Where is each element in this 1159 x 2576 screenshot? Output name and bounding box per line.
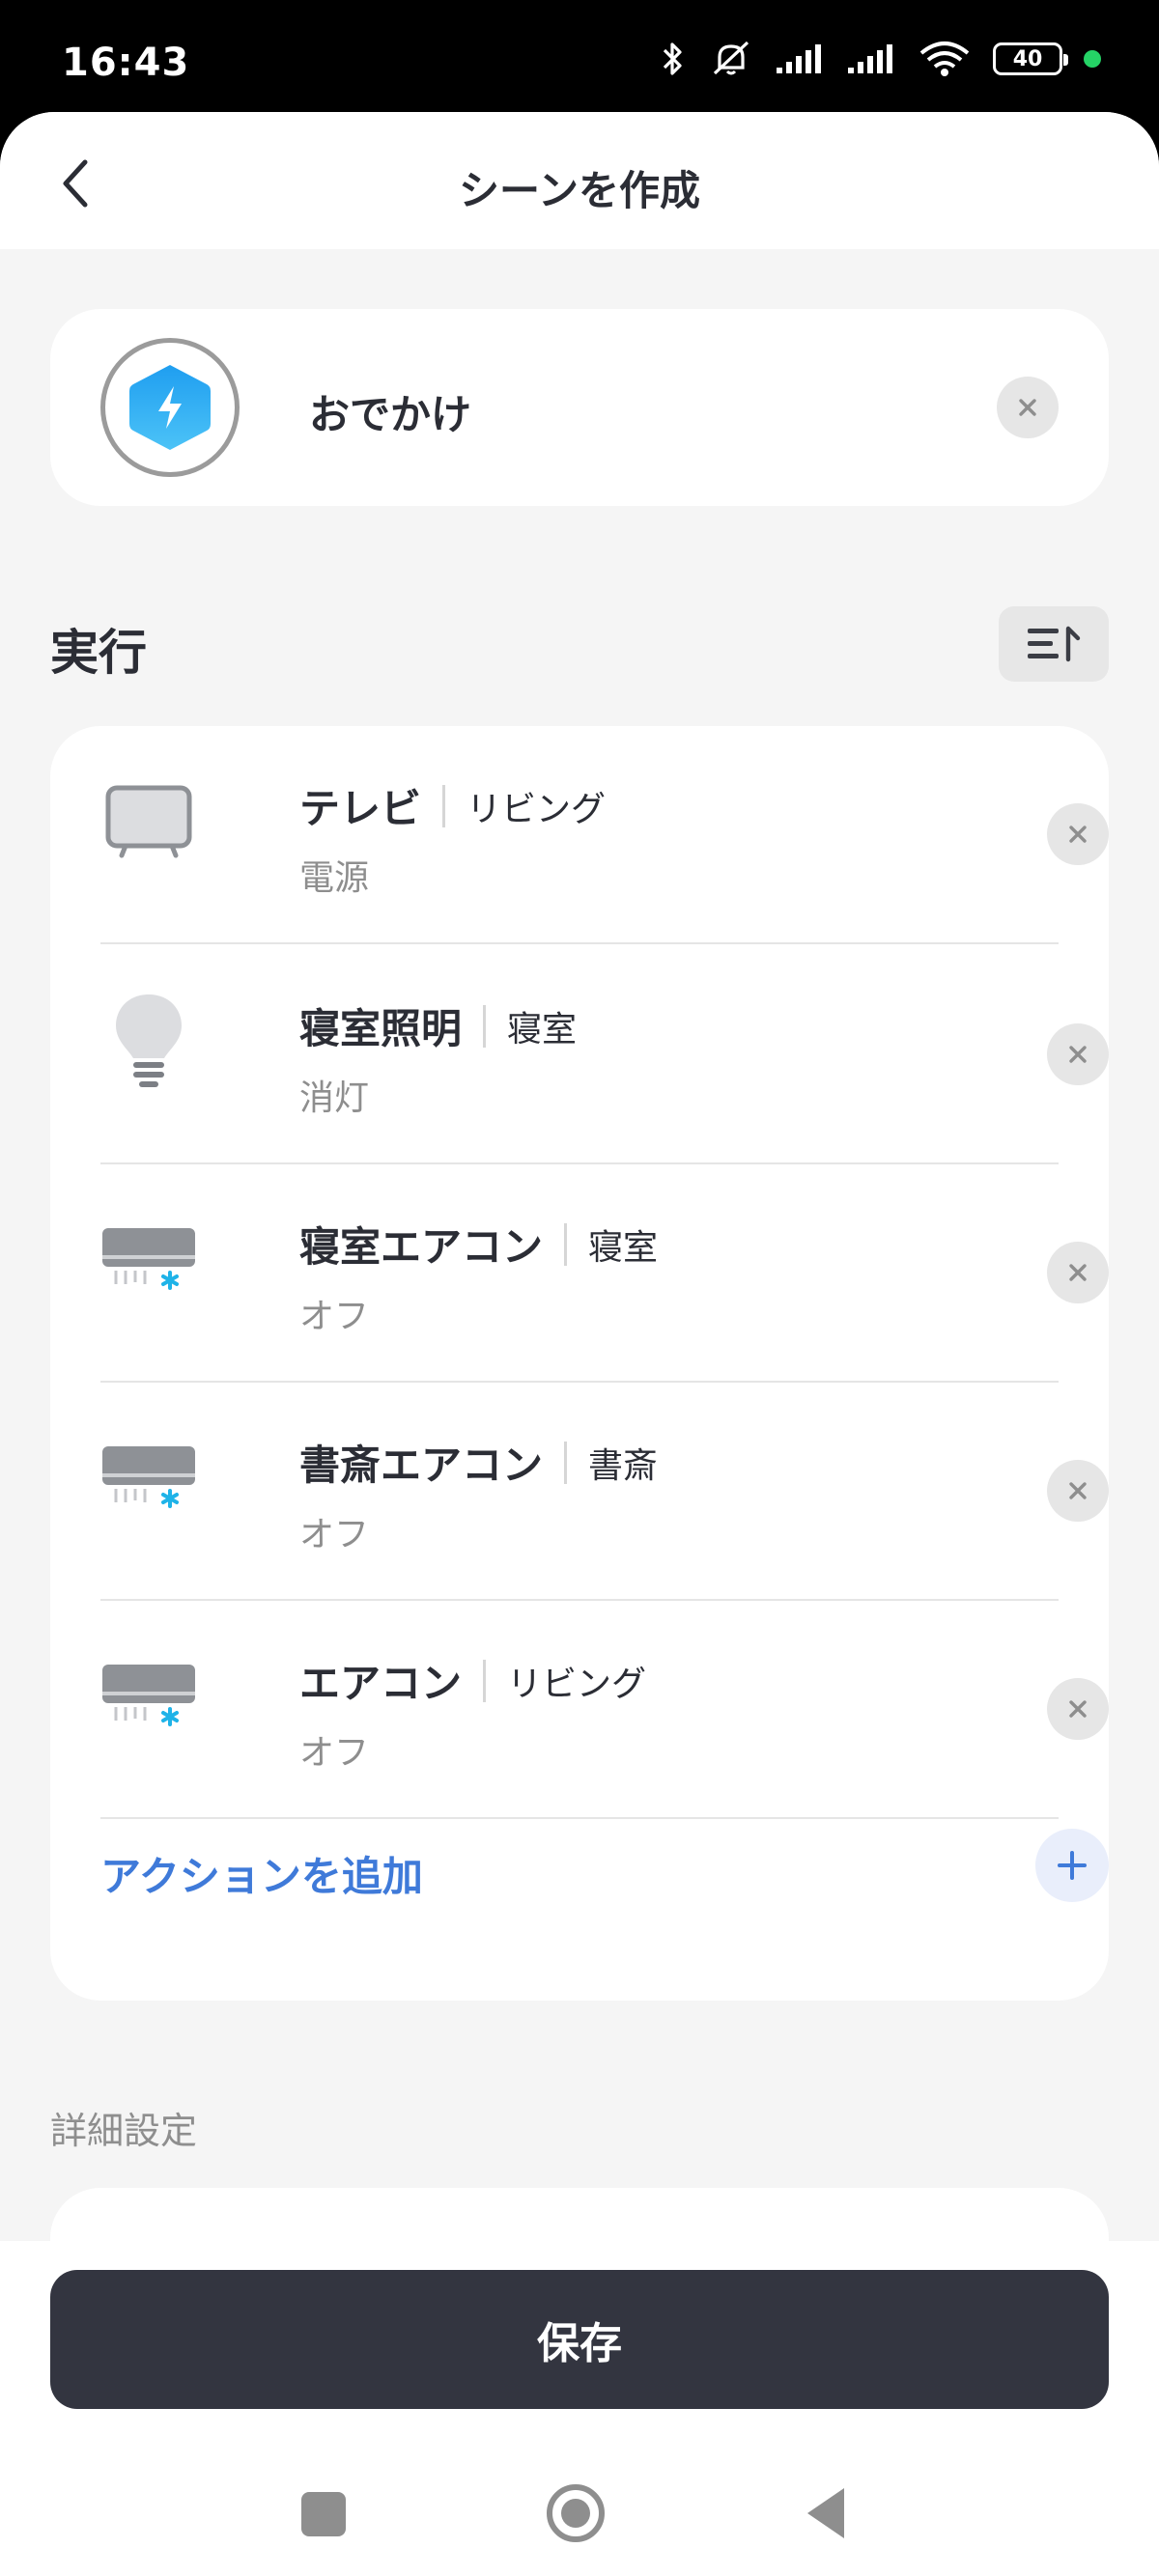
privacy-dot — [1084, 50, 1101, 68]
signal-icon — [777, 44, 821, 73]
action-title: エアコン リビング — [299, 1651, 646, 1710]
actions-card: テレビ リビング 電源 寝室照明 寝室 消灯 寝室エアコン 寝室 オフ 書斎エア… — [50, 726, 1109, 2001]
nav-back-icon[interactable] — [802, 2484, 850, 2542]
action-state: 電源 — [299, 858, 370, 898]
add-action-label[interactable]: アクションを追加 — [100, 1844, 423, 1903]
room-name: 寝室 — [507, 1009, 578, 1050]
sort-icon — [1028, 626, 1081, 662]
close-icon — [1069, 1264, 1087, 1281]
device-name: 書斎エアコン — [299, 1442, 544, 1489]
close-icon — [1069, 1046, 1087, 1063]
device-name: 寝室エアコン — [299, 1223, 544, 1271]
action-row[interactable]: エアコン リビング オフ — [100, 1601, 1109, 1819]
recent-apps-icon[interactable] — [301, 2492, 346, 2536]
air-conditioner-icon — [100, 1429, 197, 1526]
clear-scene-name-button[interactable] — [997, 377, 1059, 438]
device-name: エアコン — [299, 1660, 463, 1707]
room-name: 書斎 — [588, 1445, 659, 1486]
section-title-execute: 実行 — [50, 625, 147, 681]
screen: シーンを作成 おでかけ 実行 テレビ リビング 電源 寝室照明 寝室 消灯 寝室… — [0, 112, 1159, 2576]
close-icon — [1019, 399, 1036, 416]
remove-action-button[interactable] — [1047, 1242, 1109, 1303]
action-state: オフ — [299, 1297, 370, 1336]
system-navigation-bar — [0, 2440, 1159, 2575]
scene-icon-picker[interactable] — [100, 338, 240, 477]
tv-icon — [100, 772, 197, 869]
add-action-row[interactable]: アクションを追加 — [100, 1817, 1109, 1914]
bottom-bar: 保存 — [0, 2241, 1159, 2576]
remove-action-button[interactable] — [1047, 1023, 1109, 1085]
status-bar: 16:43 40 — [0, 0, 1159, 112]
close-icon — [1069, 1482, 1087, 1499]
close-icon — [1069, 826, 1087, 843]
bluetooth-icon — [663, 42, 682, 75]
divider — [483, 1659, 487, 1702]
action-row[interactable]: テレビ リビング 電源 — [100, 726, 1109, 944]
page-title: シーンを作成 — [459, 167, 700, 214]
action-row[interactable]: 寝室照明 寝室 消灯 — [100, 946, 1109, 1164]
divider — [442, 784, 446, 827]
plus-icon — [1058, 1851, 1087, 1880]
home-icon[interactable] — [545, 2482, 607, 2544]
status-icons: 40 — [659, 39, 1101, 79]
lightning-hexagon-icon — [129, 365, 211, 450]
scene-card: おでかけ — [50, 309, 1109, 506]
action-state: オフ — [299, 1515, 370, 1554]
scene-name[interactable]: おでかけ — [309, 382, 471, 441]
divider — [100, 942, 1059, 944]
action-state: 消灯 — [299, 1078, 370, 1118]
air-conditioner-icon — [100, 1647, 197, 1744]
device-name: テレビ — [299, 785, 422, 832]
status-time: 16:43 — [62, 41, 190, 85]
battery-indicator: 40 — [993, 42, 1068, 75]
close-icon — [1069, 1700, 1087, 1718]
add-action-button[interactable] — [1035, 1829, 1109, 1902]
save-button[interactable]: 保存 — [50, 2270, 1109, 2409]
action-title: 書斎エアコン 書斎 — [299, 1433, 658, 1492]
remove-action-button[interactable] — [1047, 803, 1109, 865]
remove-action-button[interactable] — [1047, 1460, 1109, 1522]
device-name: 寝室照明 — [299, 1005, 463, 1052]
divider — [483, 1004, 487, 1048]
room-name: 寝室 — [588, 1227, 659, 1268]
wifi-icon — [919, 42, 970, 76]
room-name: リビング — [507, 1664, 647, 1704]
header: シーンを作成 — [0, 112, 1159, 249]
air-conditioner-icon — [100, 1211, 197, 1307]
action-title: 寝室照明 寝室 — [299, 996, 577, 1055]
divider — [564, 1441, 568, 1484]
signal-icon-2 — [848, 44, 892, 73]
action-row[interactable]: 書斎エアコン 書斎 オフ — [100, 1383, 1109, 1601]
bell-muted-icon — [713, 41, 749, 75]
action-row[interactable]: 寝室エアコン 寝室 オフ — [100, 1164, 1109, 1383]
action-state: オフ — [299, 1733, 370, 1773]
divider — [564, 1222, 568, 1266]
action-title: 寝室エアコン 寝室 — [299, 1215, 658, 1274]
action-title: テレビ リビング — [299, 776, 606, 835]
remove-action-button[interactable] — [1047, 1678, 1109, 1740]
room-name: リビング — [466, 789, 607, 829]
lightbulb-icon — [100, 993, 197, 1089]
details-section-title: 詳細設定 — [50, 2110, 198, 2152]
sort-button[interactable] — [999, 606, 1109, 682]
